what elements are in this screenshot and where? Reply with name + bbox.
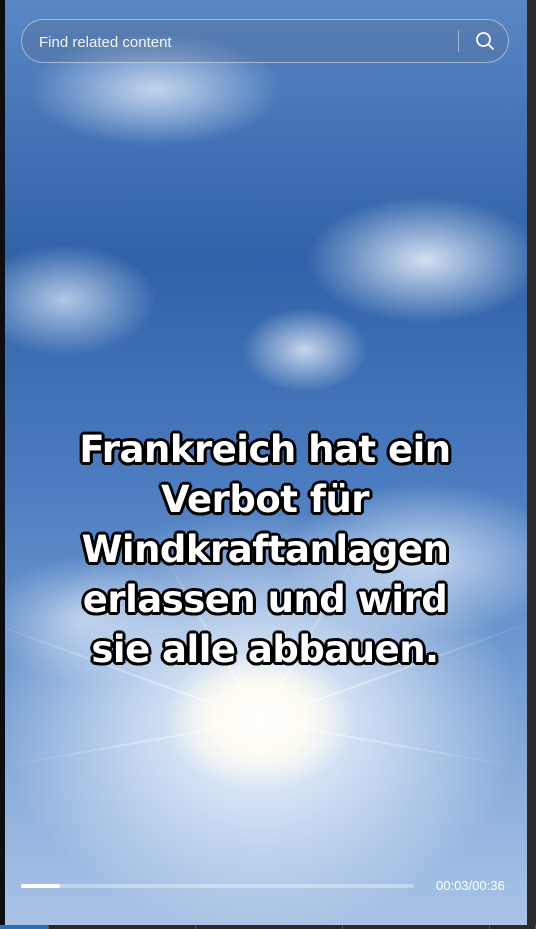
search-button[interactable]	[462, 20, 508, 62]
strip-segment	[0, 925, 49, 929]
video-player[interactable]: Frankreich hat ein Verbot für Windkrafta…	[5, 0, 527, 925]
search-input[interactable]	[37, 20, 461, 64]
search-icon	[476, 32, 494, 50]
sun-ray	[259, 720, 517, 768]
bottom-strip	[0, 925, 536, 929]
video-caption: Frankreich hat ein Verbot für Windkrafta…	[79, 428, 451, 671]
search-bar	[21, 19, 509, 64]
progress-fill	[21, 884, 61, 888]
strip-segment	[196, 925, 343, 929]
strip-segment	[490, 925, 536, 929]
time-display: 00:03/00:36	[436, 878, 505, 893]
scrollbar-edge	[527, 0, 536, 925]
search-divider	[458, 30, 459, 52]
progress-bar[interactable]	[21, 884, 414, 888]
strip-segment	[343, 925, 490, 929]
strip-segment	[49, 925, 196, 929]
sun-ray	[5, 720, 261, 768]
